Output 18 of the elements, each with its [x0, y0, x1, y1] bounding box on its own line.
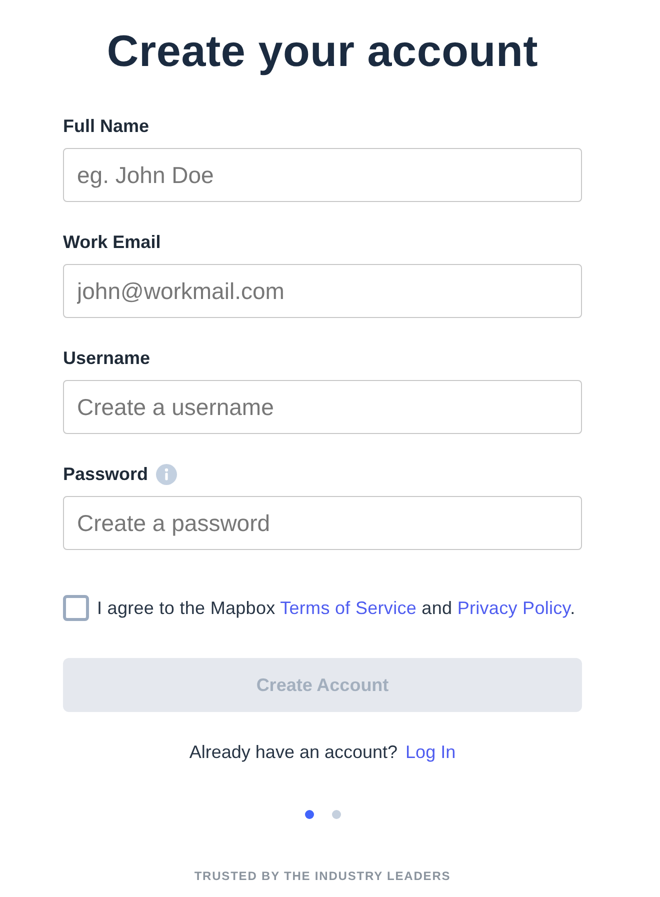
- login-link[interactable]: Log In: [406, 739, 456, 765]
- input-field[interactable]: eg. John Doe: [63, 148, 582, 202]
- pager-dot-icon[interactable]: [304, 810, 314, 818]
- field-label: Password: [63, 463, 148, 486]
- policy-link[interactable]: Privacy Policy: [457, 598, 570, 618]
- field-label: Full Name: [63, 115, 150, 138]
- trusted-caption: TRUSTED BY THE INDUSTRY LEADERS: [193, 868, 452, 885]
- info-icon[interactable]: [156, 464, 178, 484]
- input-field[interactable]: Create a password: [63, 496, 582, 550]
- page-title: Create your account: [106, 26, 540, 78]
- field-label: Username: [63, 347, 150, 370]
- agreement-text: I agree to the Mapbox Terms of Service and Privacy Policy.: [97, 597, 576, 620]
- pager-dot-icon[interactable]: [332, 810, 340, 818]
- login-prompt: Already have an account?: [189, 741, 398, 764]
- checkbox[interactable]: [63, 595, 89, 621]
- field-label: Work Email: [63, 231, 161, 254]
- input-field[interactable]: Create a username: [63, 380, 582, 434]
- policy-link[interactable]: Terms of Service: [280, 598, 417, 618]
